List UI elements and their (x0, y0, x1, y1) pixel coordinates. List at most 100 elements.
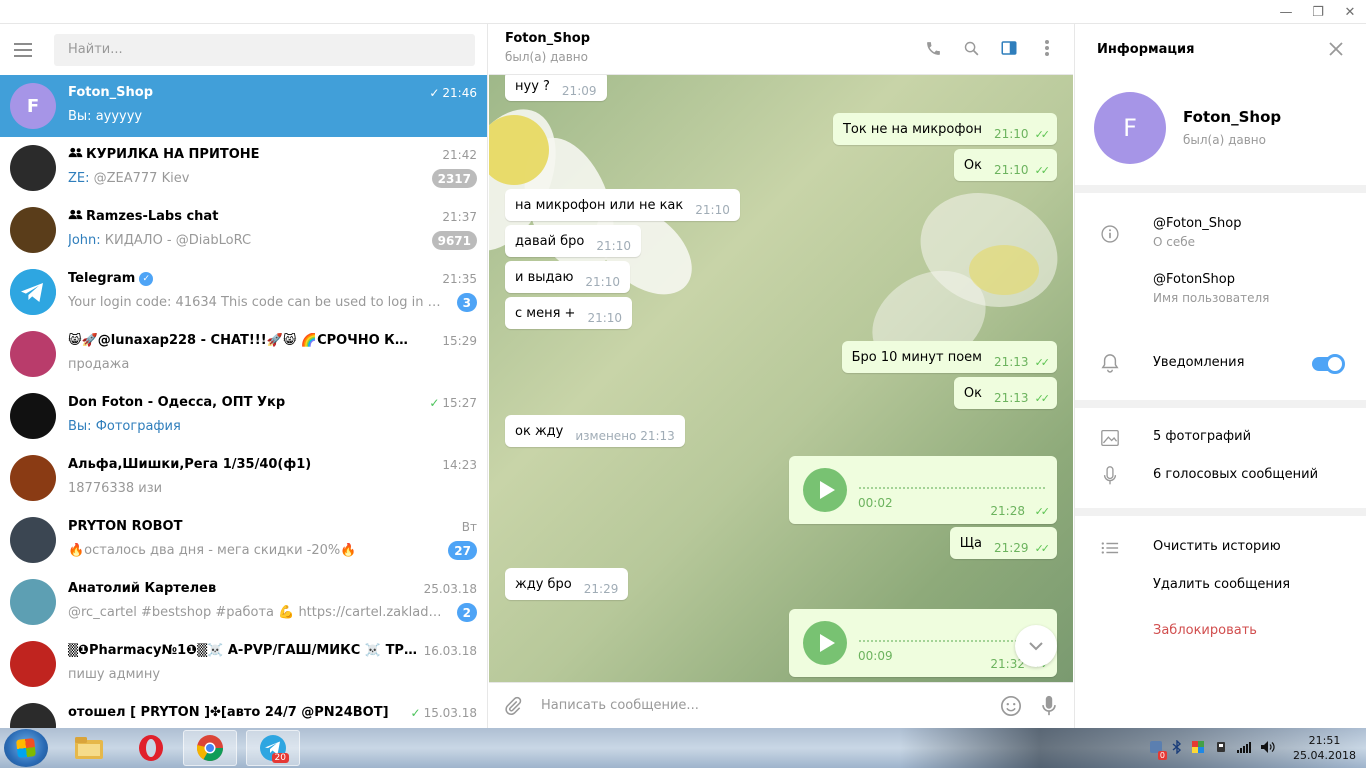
paperclip-icon[interactable] (501, 694, 525, 718)
chat-list-item[interactable]: ▒❶Pharmacy№1❶▒☠️ A-PVP/ГАШ/МИКС ☠️ ТРЕБУ… (0, 633, 487, 695)
chat-name: Foton_Shop (68, 85, 154, 100)
chat-wallpaper: нуу ? 21:09 Ток не на микрофон 21:10 ✓✓ Ок 21:… (489, 75, 1073, 682)
chat-list-item[interactable]: F Foton_Shop ✓ 21:46 Вы: ayyyyy (0, 75, 487, 137)
message-time: изменено 21:13 (575, 429, 675, 443)
hamburger-menu-icon[interactable] (14, 37, 40, 63)
double-check-icon: ✓✓ (1034, 391, 1051, 405)
chrome-taskbar-button[interactable] (183, 730, 237, 766)
clock-time: 21:51 (1308, 734, 1341, 747)
read-check-icon: ✓ (429, 86, 440, 100)
outgoing-message[interactable]: Бро 10 минут поем 21:13 ✓✓ (841, 341, 1057, 373)
scroll-down-button[interactable] (1015, 625, 1057, 667)
maximize-button[interactable]: ❐ (1302, 0, 1334, 24)
more-options-icon[interactable] (1035, 36, 1059, 60)
incoming-message[interactable]: с меня + 21:10 (505, 297, 633, 329)
sidebar-toggle-icon[interactable] (997, 36, 1021, 60)
chat-list-item[interactable]: 😸🚀@lunaxap228 - CHAT!!!🚀😸 🌈СРОЧНО КУРЬЕР… (0, 323, 487, 385)
phone-icon[interactable] (921, 36, 945, 60)
incoming-message[interactable]: давай бро 21:10 (505, 225, 641, 257)
bio-row[interactable]: @Foton_Shop О себе (1075, 216, 1241, 249)
voice-duration: 00:02 (858, 496, 893, 510)
outgoing-message[interactable]: Ща 21:29 ✓✓ (949, 527, 1057, 559)
profile-card: F Foton_Shop был(а) давно (1075, 75, 1366, 185)
message-time: 21:13 (993, 391, 1029, 405)
group-icon (68, 209, 86, 223)
incoming-message[interactable]: ок жду изменено 21:13 (505, 415, 685, 447)
chat-time: 25.03.18 (423, 582, 477, 596)
message-time: 21:10 (585, 275, 620, 289)
waveform[interactable] (859, 487, 1045, 489)
delete-messages-button[interactable]: Удалить сообщения (1153, 577, 1290, 592)
opera-icon (139, 735, 163, 761)
system-clock[interactable]: 21:51 25.04.2018 (1293, 733, 1356, 763)
telegram-taskbar-button[interactable]: 20 (246, 730, 300, 766)
notifications-toggle[interactable] (1312, 354, 1345, 374)
tray-colors-icon[interactable] (1191, 740, 1205, 757)
chat-time: 15:29 (442, 334, 477, 348)
incoming-message[interactable]: жду бро 21:29 (505, 568, 629, 600)
avatar (10, 269, 56, 315)
chat-time: 21:42 (442, 148, 477, 162)
chat-list-item[interactable]: Don Foton - Одесса, ОПТ Укр ✓ 15:27 Вы: Фот… (0, 385, 487, 447)
message-input[interactable] (541, 690, 985, 721)
chat-header[interactable]: Foton_Shop был(а) давно (489, 24, 1073, 75)
incoming-message[interactable]: и выдаю 21:10 (505, 261, 630, 293)
chat-list-item[interactable]: отошел [ PRYTON ]✤[авто 24/7 @PN24BOT] ✓ 1… (0, 695, 487, 728)
play-button[interactable] (803, 468, 847, 512)
message-text: Ща (959, 535, 982, 551)
close-icon[interactable] (1324, 37, 1348, 61)
chat-time: Вт (461, 520, 477, 534)
microphone-icon[interactable] (1037, 694, 1061, 718)
windows-logo-icon (16, 738, 36, 758)
chat-preview: ZE: @ZEA777 Kiev (68, 171, 190, 186)
search-row (0, 24, 487, 75)
incoming-message[interactable]: нуу ? 21:09 (505, 75, 607, 101)
avatar (10, 207, 56, 253)
minimize-button[interactable]: — (1270, 0, 1302, 24)
outgoing-message[interactable]: Ток не на микрофон 21:10 ✓✓ (832, 113, 1057, 145)
block-button[interactable]: Заблокировать (1153, 623, 1257, 638)
chat-list-item[interactable]: Ramzes-Labs chat 21:37 John: КИДАЛО - @Dia… (0, 199, 487, 261)
message-time: 21:09 (561, 84, 597, 98)
chat-name: Ramzes-Labs chat (68, 209, 417, 224)
avatar[interactable]: F (1094, 92, 1166, 164)
emoji-icon[interactable] (999, 694, 1023, 718)
voice-messages-link[interactable]: 6 голосовых сообщений (1153, 467, 1318, 482)
profile-status: был(а) давно (1183, 133, 1266, 147)
group-icon (68, 147, 86, 161)
close-button[interactable]: ✕ (1334, 0, 1366, 24)
explorer-taskbar-button[interactable] (62, 730, 116, 766)
chat-name: Don Foton - Одесса, ОПТ Укр (68, 395, 286, 410)
volume-icon[interactable] (1260, 740, 1276, 757)
unread-badge: 2 (456, 603, 477, 622)
message-time: 21:28 (990, 504, 1025, 518)
tray-app-icon[interactable]: 0 (1149, 740, 1168, 760)
opera-taskbar-button[interactable] (124, 730, 178, 766)
bluetooth-icon[interactable] (1172, 738, 1182, 757)
clear-history-button[interactable]: Очистить историю (1153, 539, 1281, 554)
usb-icon[interactable] (1214, 740, 1228, 757)
chat-list-item[interactable]: КУРИЛКА НА ПРИТОНЕ 21:42 ZE: @ZEA777 Kiev 2… (0, 137, 487, 199)
chat-list-item[interactable]: Альфа,Шишки,Рега 1/35/40(ф1) 14:23 1877633… (0, 447, 487, 509)
username-row[interactable]: @FotonShop Имя пользователя (1075, 272, 1269, 305)
message-time: 21:10 (695, 203, 730, 217)
chat-list-item[interactable]: PRYTON ROBOT Вт 🔥осталось два дня - мега с… (0, 509, 487, 571)
voice-duration: 00:09 (858, 649, 893, 663)
chat-list-item[interactable]: Telegram ✓ 21:35 Your login code: 41634 Thi… (0, 261, 487, 323)
search-input[interactable] (54, 33, 475, 66)
incoming-message[interactable]: на микрофон или не как 21:10 (505, 189, 740, 221)
signal-icon[interactable] (1237, 741, 1252, 756)
search-icon[interactable] (959, 36, 983, 60)
start-button[interactable] (4, 729, 48, 767)
photos-link[interactable]: 5 фотографий (1153, 429, 1251, 444)
message-text: и выдаю (515, 269, 574, 285)
chat-name: PRYTON ROBOT (68, 519, 183, 534)
chat-name: Telegram ✓ (68, 271, 417, 286)
outgoing-message[interactable]: Ок 21:10 ✓✓ (953, 149, 1057, 181)
outgoing-message[interactable]: Ок 21:13 ✓✓ (953, 377, 1057, 409)
system-tray: 0 21:51 25.04.2018 (1149, 728, 1356, 768)
play-button[interactable] (803, 621, 847, 665)
notifications-row[interactable]: Уведомления (1075, 330, 1366, 400)
message-time: 21:29 (993, 541, 1029, 555)
chat-list-item[interactable]: Анатолий Картелев 25.03.18 @rc_cartel #bes… (0, 571, 487, 633)
